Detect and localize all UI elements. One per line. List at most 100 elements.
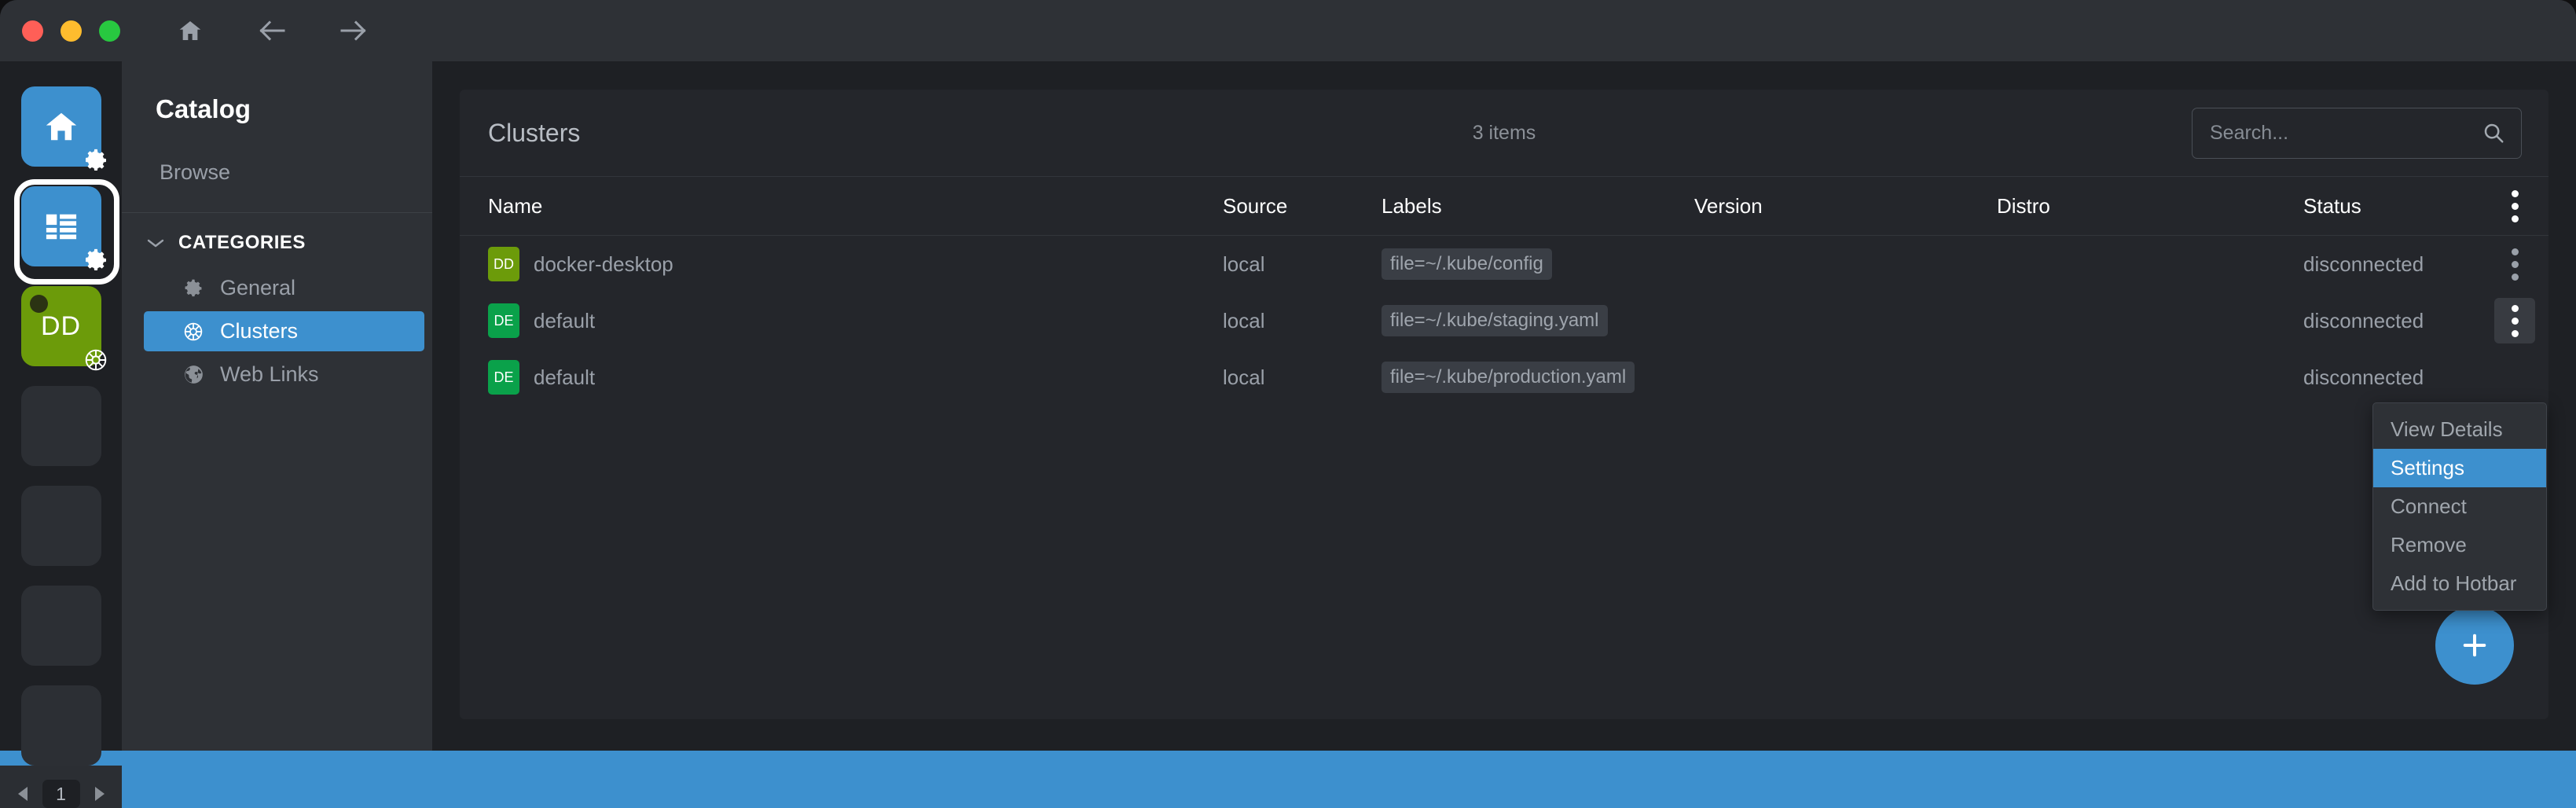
table-header-row: Name Source Labels Version Distro Status xyxy=(460,176,2548,236)
kubernetes-helm-icon xyxy=(82,346,110,374)
cell-labels: file=~/.kube/production.yaml xyxy=(1382,362,1694,393)
hotbar-slot-empty-4 xyxy=(21,685,101,766)
hotbar-next-page-button[interactable] xyxy=(91,784,108,804)
menu-item-remove[interactable]: Remove xyxy=(2373,526,2546,564)
hotbar-item-home[interactable] xyxy=(21,86,101,167)
clusters-table: Name Source Labels Version Distro Status xyxy=(460,176,2548,719)
table-row[interactable]: DE default local file=~/.kube/staging.ya… xyxy=(460,292,2548,349)
kebab-dot xyxy=(2512,330,2519,337)
categories-section-header[interactable]: CATEGORIES xyxy=(122,213,432,266)
cluster-name: default xyxy=(534,365,595,390)
menu-item-view-details[interactable]: View Details xyxy=(2373,410,2546,449)
back-button[interactable] xyxy=(255,13,289,48)
status-dot xyxy=(30,295,48,313)
plus-icon xyxy=(2458,629,2491,662)
kebab-dot xyxy=(2512,248,2519,255)
kebab-dot xyxy=(2512,190,2519,197)
gear-icon xyxy=(182,277,205,300)
column-header-name[interactable]: Name xyxy=(488,194,1223,219)
app-window: DD xyxy=(0,0,2576,808)
hotbar-slot-empty-2 xyxy=(21,486,101,566)
home-icon xyxy=(42,108,80,145)
sidebar-item-label: Clusters xyxy=(220,319,298,343)
menu-item-connect[interactable]: Connect xyxy=(2373,487,2546,526)
column-header-version[interactable]: Version xyxy=(1694,194,1997,219)
gear-icon xyxy=(83,147,109,174)
item-count: 3 items xyxy=(1473,122,1536,145)
row-menu-cell xyxy=(2481,241,2548,287)
gear-icon xyxy=(83,247,109,274)
arrow-right-icon xyxy=(339,19,369,42)
table-options-button[interactable] xyxy=(2494,183,2535,229)
kebab-dot xyxy=(2512,305,2519,312)
search-box[interactable] xyxy=(2192,108,2522,159)
arrow-left-icon xyxy=(257,19,287,42)
hotbar-prev-page-button[interactable] xyxy=(14,784,31,804)
gear-badge xyxy=(82,146,110,174)
row-context-menu: View Details Settings Connect Remove Add… xyxy=(2372,402,2547,611)
cell-name: DE default xyxy=(488,303,1223,338)
column-header-labels[interactable]: Labels xyxy=(1382,194,1694,219)
hotbar-slots: DD xyxy=(21,61,101,766)
maximize-window-button[interactable] xyxy=(99,20,120,42)
sidebar-item-general[interactable]: General xyxy=(144,268,424,308)
search-input[interactable] xyxy=(2210,122,2482,145)
kebab-dot xyxy=(2512,203,2519,210)
row-options-button[interactable] xyxy=(2494,241,2535,287)
chevron-down-icon xyxy=(145,237,166,249)
kebab-dot xyxy=(2512,215,2519,222)
hotbar-empty-slot xyxy=(21,685,101,766)
title-bar xyxy=(0,0,2576,61)
column-header-distro[interactable]: Distro xyxy=(1997,194,2303,219)
cell-source: local xyxy=(1223,365,1382,390)
sidebar-item-label: General xyxy=(220,276,295,300)
close-window-button[interactable] xyxy=(22,20,43,42)
cluster-name: default xyxy=(534,309,595,333)
kebab-dot xyxy=(2512,274,2519,281)
page-title: Clusters xyxy=(488,119,580,148)
table-row[interactable]: DE default local file=~/.kube/production… xyxy=(460,349,2548,406)
status-badge: disconnected xyxy=(2303,365,2481,390)
catalog-list-icon xyxy=(43,210,79,243)
minimize-window-button[interactable] xyxy=(61,20,82,42)
cell-labels: file=~/.kube/config xyxy=(1382,248,1694,280)
hotbar-item-docker-desktop[interactable]: DD xyxy=(21,286,101,366)
hotbar-slot-docker-desktop[interactable]: DD xyxy=(21,286,101,366)
navigation-controls xyxy=(173,13,371,48)
hotbar-empty-slot xyxy=(21,386,101,466)
cell-source: local xyxy=(1223,309,1382,333)
hotbar-page-number[interactable]: 1 xyxy=(42,780,80,808)
hotbar-item-label: DD xyxy=(41,311,81,342)
sidebar-item-web-links[interactable]: Web Links xyxy=(144,354,424,395)
sidebar-item-clusters[interactable]: Clusters xyxy=(144,311,424,351)
cluster-name: docker-desktop xyxy=(534,252,673,277)
triangle-right-icon xyxy=(92,784,108,803)
search-icon[interactable] xyxy=(2482,121,2505,145)
catalog-sidebar: Catalog Browse CATEGORIES General xyxy=(122,61,432,751)
main-content: Clusters 3 items Name xyxy=(432,61,2576,751)
hotbar-empty-slot xyxy=(21,586,101,666)
table-row[interactable]: DD docker-desktop local file=~/.kube/con… xyxy=(460,236,2548,292)
menu-item-settings[interactable]: Settings xyxy=(2373,449,2546,487)
row-menu-cell xyxy=(2481,298,2548,343)
menu-item-add-to-hotbar[interactable]: Add to Hotbar xyxy=(2373,564,2546,603)
row-options-button-active[interactable] xyxy=(2494,298,2535,343)
forward-button[interactable] xyxy=(336,13,371,48)
hotbar-slot-catalog[interactable] xyxy=(21,186,101,266)
home-icon xyxy=(177,18,204,43)
home-button[interactable] xyxy=(173,13,207,48)
add-cluster-button[interactable] xyxy=(2435,606,2514,685)
sidebar-item-browse[interactable]: Browse xyxy=(122,150,432,195)
column-header-status[interactable]: Status xyxy=(2303,194,2481,219)
column-header-source[interactable]: Source xyxy=(1223,194,1382,219)
cell-name: DD docker-desktop xyxy=(488,247,1223,281)
hotbar-slot-empty-3 xyxy=(21,586,101,666)
status-badge: disconnected xyxy=(2303,309,2481,333)
avatar: DE xyxy=(488,360,519,395)
triangle-left-icon xyxy=(15,784,31,803)
hotbar-slot-home[interactable] xyxy=(21,86,101,167)
hotbar-item-catalog[interactable] xyxy=(21,186,101,266)
avatar: DD xyxy=(488,247,519,281)
globe-icon xyxy=(182,363,205,387)
label-chip: file=~/.kube/production.yaml xyxy=(1382,362,1635,393)
